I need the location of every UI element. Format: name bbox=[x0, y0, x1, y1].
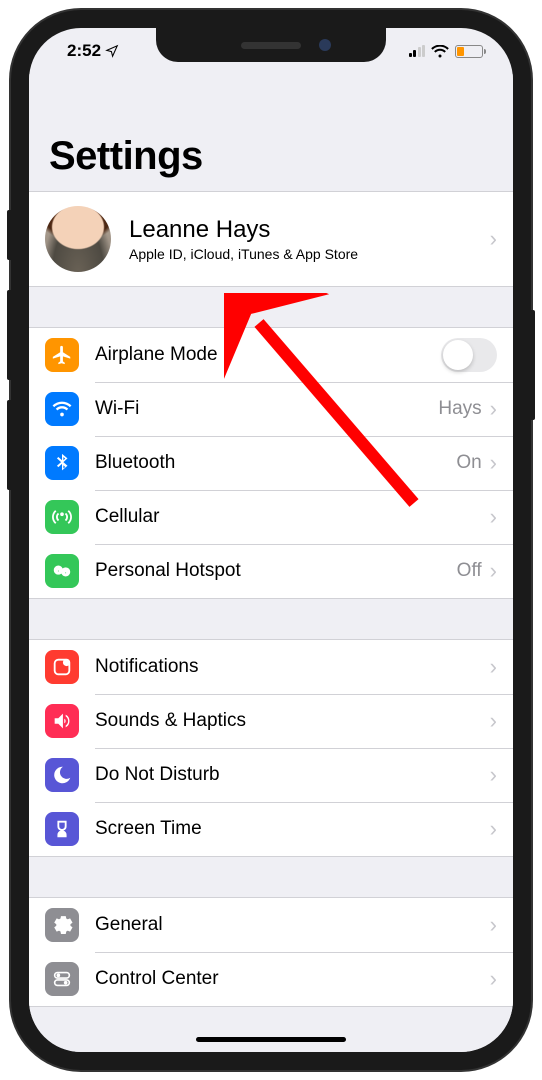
row-label: Personal Hotspot bbox=[95, 560, 457, 582]
row-general[interactable]: General › bbox=[29, 898, 513, 952]
status-time: 2:52 bbox=[67, 41, 101, 61]
row-label: Wi-Fi bbox=[95, 398, 438, 420]
controlcenter-icon bbox=[45, 962, 79, 996]
row-sounds[interactable]: Sounds & Haptics › bbox=[29, 694, 513, 748]
apple-id-row[interactable]: Leanne Hays Apple ID, iCloud, iTunes & A… bbox=[29, 192, 513, 286]
notch bbox=[156, 28, 386, 62]
row-label: Bluetooth bbox=[95, 452, 456, 474]
row-detail: On bbox=[456, 452, 481, 474]
row-label: Screen Time bbox=[95, 818, 490, 840]
row-label: Control Center bbox=[95, 968, 490, 990]
row-dnd[interactable]: Do Not Disturb › bbox=[29, 748, 513, 802]
wifi-icon bbox=[45, 392, 79, 426]
row-airplane-mode[interactable]: Airplane Mode bbox=[29, 328, 513, 382]
avatar bbox=[45, 206, 111, 272]
row-wifi[interactable]: Wi-Fi Hays › bbox=[29, 382, 513, 436]
chevron-right-icon: › bbox=[490, 708, 497, 734]
apple-id-name: Leanne Hays bbox=[129, 216, 490, 244]
row-detail: Hays bbox=[438, 398, 481, 420]
chevron-right-icon: › bbox=[490, 504, 497, 530]
cellular-icon bbox=[45, 500, 79, 534]
chevron-right-icon: › bbox=[490, 966, 497, 992]
chevron-right-icon: › bbox=[490, 450, 497, 476]
row-label: General bbox=[95, 914, 490, 936]
airplane-icon bbox=[45, 338, 79, 372]
row-controlcenter[interactable]: Control Center › bbox=[29, 952, 513, 1006]
row-label: Do Not Disturb bbox=[95, 764, 490, 786]
wifi-signal-icon bbox=[431, 45, 449, 58]
chevron-right-icon: › bbox=[490, 396, 497, 422]
screentime-icon bbox=[45, 812, 79, 846]
hotspot-icon bbox=[45, 554, 79, 588]
row-label: Airplane Mode bbox=[95, 344, 441, 366]
row-hotspot[interactable]: Personal Hotspot Off › bbox=[29, 544, 513, 598]
location-icon bbox=[105, 44, 119, 58]
apple-id-subtitle: Apple ID, iCloud, iTunes & App Store bbox=[129, 246, 490, 262]
cellular-signal-icon bbox=[409, 45, 426, 57]
airplane-toggle[interactable] bbox=[441, 338, 497, 372]
device-frame: 2:52 Settings L bbox=[11, 10, 531, 1070]
notifications-icon bbox=[45, 650, 79, 684]
sounds-icon bbox=[45, 704, 79, 738]
row-label: Cellular bbox=[95, 506, 490, 528]
chevron-right-icon: › bbox=[490, 762, 497, 788]
chevron-right-icon: › bbox=[490, 654, 497, 680]
battery-icon bbox=[455, 45, 483, 58]
dnd-icon bbox=[45, 758, 79, 792]
chevron-right-icon: › bbox=[490, 558, 497, 584]
row-cellular[interactable]: Cellular › bbox=[29, 490, 513, 544]
row-bluetooth[interactable]: Bluetooth On › bbox=[29, 436, 513, 490]
general-icon bbox=[45, 908, 79, 942]
page-title: Settings bbox=[29, 74, 513, 191]
chevron-right-icon: › bbox=[490, 912, 497, 938]
row-label: Notifications bbox=[95, 656, 490, 678]
row-screentime[interactable]: Screen Time › bbox=[29, 802, 513, 856]
home-indicator[interactable] bbox=[196, 1037, 346, 1042]
row-label: Sounds & Haptics bbox=[95, 710, 490, 732]
row-notifications[interactable]: Notifications › bbox=[29, 640, 513, 694]
chevron-right-icon: › bbox=[490, 226, 497, 252]
row-detail: Off bbox=[457, 560, 482, 582]
bluetooth-icon bbox=[45, 446, 79, 480]
screen: 2:52 Settings L bbox=[29, 28, 513, 1052]
chevron-right-icon: › bbox=[490, 816, 497, 842]
